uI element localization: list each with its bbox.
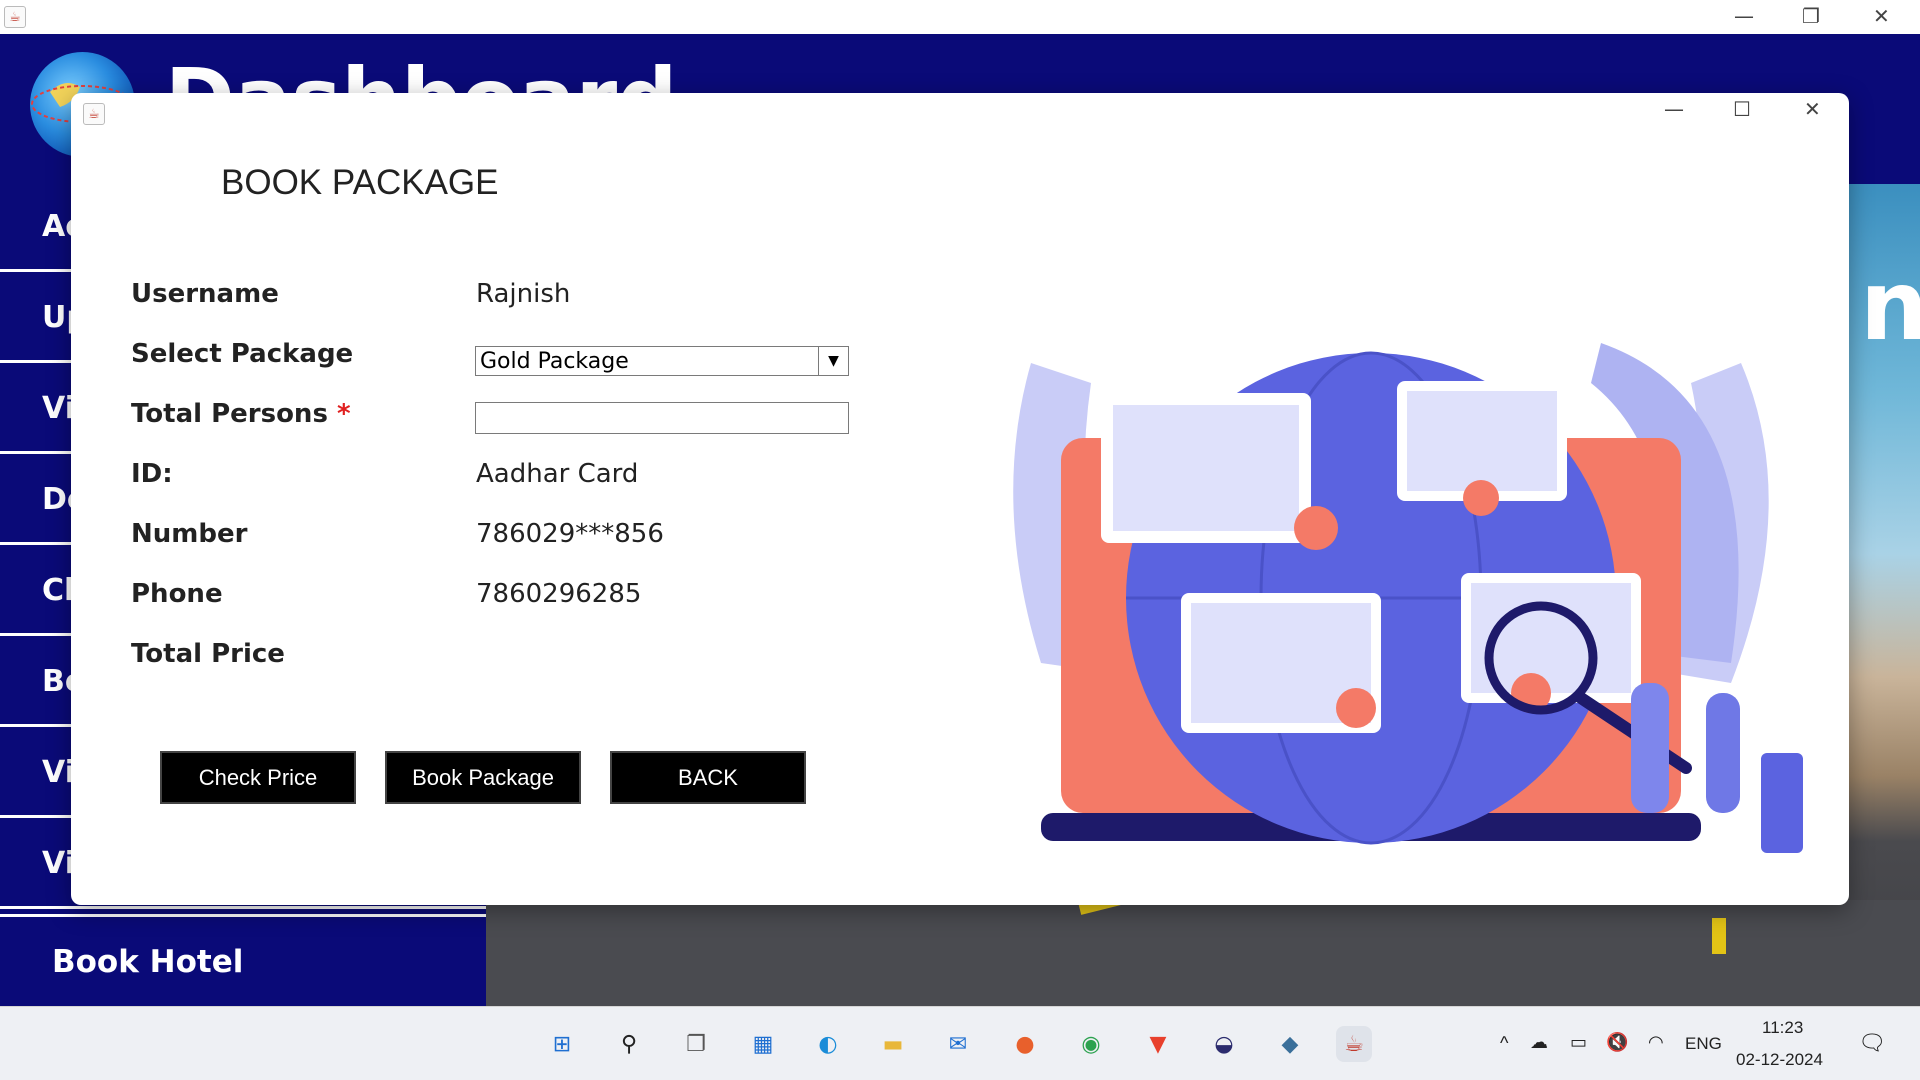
notification-icon[interactable]: 🗨 [1858, 1030, 1886, 1056]
clock-date[interactable]: 02-12-2024 [1736, 1050, 1823, 1070]
username-label: Username [131, 279, 279, 309]
check-price-button[interactable]: Check Price [160, 751, 356, 804]
search-icon[interactable]: ⚲ [611, 1026, 647, 1062]
task-view-icon[interactable]: ❐ [678, 1026, 714, 1062]
road-image [486, 900, 1920, 1006]
java-app-icon: ☕ [4, 6, 26, 28]
outer-close-button[interactable]: ✕ [1873, 4, 1890, 28]
clock-time[interactable]: 11:23 [1762, 1018, 1803, 1038]
page-title: BOOK PACKAGE [221, 163, 499, 202]
outer-restore-button[interactable]: ❐ [1802, 4, 1820, 28]
chevron-up-icon[interactable]: ^ [1500, 1033, 1508, 1054]
wifi-icon[interactable]: ◠ [1648, 1032, 1664, 1053]
file-explorer-icon[interactable]: ▬ [875, 1026, 911, 1062]
firefox-icon[interactable]: ● [1007, 1026, 1043, 1062]
language-indicator[interactable]: ENG [1685, 1034, 1722, 1054]
map-pin-icon [1336, 688, 1376, 728]
chrome-icon[interactable]: ◉ [1073, 1026, 1109, 1062]
dialog-maximize-button[interactable]: ☐ [1733, 97, 1751, 121]
persons-label: Total Persons * [131, 399, 351, 429]
brave-icon[interactable]: ▼ [1140, 1026, 1176, 1062]
package-select-value: Gold Package [480, 348, 629, 374]
total-persons-input[interactable] [475, 402, 849, 434]
suitcase-icon [1761, 753, 1803, 853]
eclipse-icon[interactable]: ◒ [1206, 1026, 1242, 1062]
sidebar-item-book-hotel[interactable]: Book Hotel [0, 914, 486, 1006]
outer-window-titlebar: ☕ — ❐ ✕ [0, 0, 1920, 34]
book-package-dialog: ☕ — ☐ ✕ BOOK PACKAGE Username Rajnish Se… [71, 93, 1849, 905]
widgets-icon[interactable]: ▦ [745, 1026, 781, 1062]
phone-value: 7860296285 [476, 579, 642, 609]
id-value: Aadhar Card [476, 459, 639, 489]
dialog-close-button[interactable]: ✕ [1804, 97, 1821, 121]
number-label: Number [131, 519, 248, 549]
dialog-minimize-button[interactable]: — [1664, 97, 1684, 121]
persons-label-text: Total Persons [131, 399, 328, 429]
travel-illustration [1013, 343, 1803, 853]
username-value: Rajnish [476, 279, 571, 309]
chevron-down-icon[interactable]: ▼ [818, 347, 848, 375]
volume-muted-icon[interactable]: 🔇 [1606, 1032, 1628, 1053]
package-select[interactable]: Gold Package ▼ [475, 346, 849, 376]
book-package-button[interactable]: Book Package [385, 751, 581, 804]
mail-icon[interactable]: ✉ [940, 1026, 976, 1062]
cloud-icon[interactable]: ☁ [1530, 1032, 1548, 1053]
battery-icon[interactable]: ▭ [1570, 1032, 1587, 1053]
phone-label: Phone [131, 579, 223, 609]
map-pin-icon [1463, 480, 1499, 516]
id-label: ID: [131, 459, 173, 489]
photo-city [1113, 405, 1299, 531]
outer-minimize-button[interactable]: — [1734, 4, 1754, 28]
photo-paris [1407, 391, 1557, 491]
java-app-taskbar-icon[interactable]: ☕ [1336, 1026, 1372, 1062]
number-value: 786029***856 [476, 519, 664, 549]
edge-browser-icon[interactable]: ◐ [810, 1026, 846, 1062]
back-button[interactable]: BACK [610, 751, 806, 804]
traveler-man [1631, 683, 1669, 813]
package-label: Select Package [131, 339, 354, 369]
java-app-icon: ☕ [83, 103, 105, 125]
traveler-woman [1706, 693, 1740, 813]
start-icon[interactable]: ⊞ [544, 1026, 580, 1062]
required-marker: * [336, 399, 351, 429]
mysql-icon[interactable]: ◆ [1272, 1026, 1308, 1062]
map-pin-icon [1294, 506, 1338, 550]
dashboard-background-text: na [1860, 250, 1920, 362]
road-lane-line [1712, 918, 1726, 954]
total-price-label: Total Price [131, 639, 285, 669]
